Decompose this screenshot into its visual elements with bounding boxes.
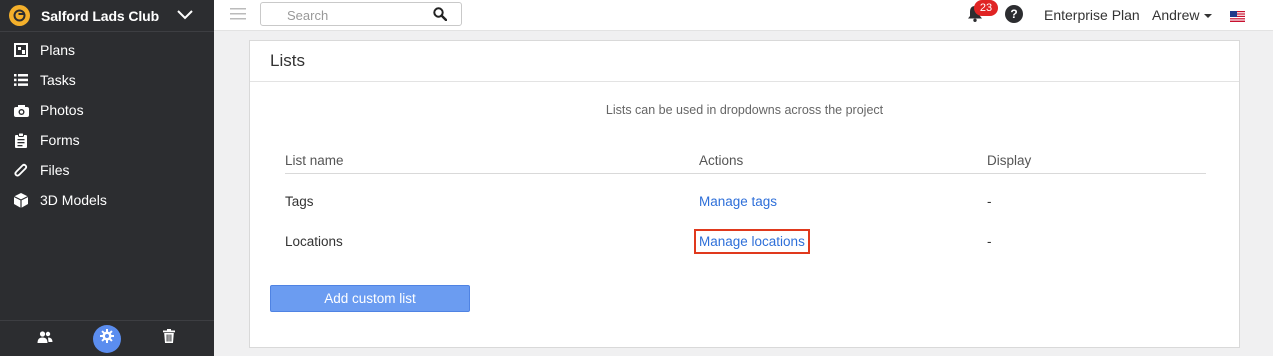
table-row: Tags Manage tags - xyxy=(285,181,1206,221)
top-bar: 23 ? Enterprise Plan Andrew xyxy=(214,0,1273,31)
lists-panel: Lists Lists can be used in dropdowns acr… xyxy=(249,40,1240,348)
chevron-down-icon[interactable] xyxy=(176,8,194,27)
cube-icon xyxy=(13,192,29,208)
sidebar-item-label: Plans xyxy=(40,42,76,58)
notification-badge: 23 xyxy=(974,0,998,16)
camera-icon xyxy=(13,102,29,118)
trash-button[interactable] xyxy=(155,325,183,353)
column-header-display: Display xyxy=(987,152,1032,168)
column-header-actions: Actions xyxy=(699,152,744,168)
sidebar-item-forms[interactable]: Forms xyxy=(0,125,214,155)
trash-icon xyxy=(163,329,175,348)
sidebar-item-tasks[interactable]: Tasks xyxy=(0,65,214,95)
search-box xyxy=(260,2,462,27)
sidebar-item-label: Files xyxy=(40,162,70,178)
user-menu[interactable]: Andrew xyxy=(1152,7,1213,23)
list-name: Tags xyxy=(285,193,314,209)
manage-tags-link[interactable]: Manage tags xyxy=(699,194,777,209)
gear-icon xyxy=(100,329,114,348)
list-display: - xyxy=(987,233,992,249)
user-name: Andrew xyxy=(1152,7,1200,23)
list-name: Locations xyxy=(285,233,343,249)
sidebar-item-plans[interactable]: Plans xyxy=(0,35,214,65)
manage-locations-link[interactable]: Manage locations xyxy=(694,228,810,254)
project-switcher[interactable]: Salford Lads Club xyxy=(0,0,214,32)
table-row: Locations Manage locations - xyxy=(285,221,1206,261)
sidebar-nav: Plans Tasks Photos Forms Files 3D Models xyxy=(0,35,214,215)
add-custom-list-button[interactable]: Add custom list xyxy=(270,285,470,312)
panel-title: Lists xyxy=(250,41,1239,82)
sidebar-item-label: 3D Models xyxy=(40,192,107,208)
tasks-icon xyxy=(13,72,29,88)
sidebar-item-3d-models[interactable]: 3D Models xyxy=(0,185,214,215)
paperclip-icon xyxy=(13,162,29,178)
sidebar: Salford Lads Club Plans Tasks Photos For… xyxy=(0,0,214,356)
table-header: List name Actions Display xyxy=(285,147,1206,174)
caret-down-icon xyxy=(1204,14,1213,19)
project-name: Salford Lads Club xyxy=(41,7,160,24)
project-logo xyxy=(9,5,30,26)
panel-description: Lists can be used in dropdowns across th… xyxy=(605,103,884,117)
lists-table: List name Actions Display Tags Manage ta… xyxy=(285,147,1206,261)
list-display: - xyxy=(987,193,992,209)
plans-icon xyxy=(13,42,29,58)
people-icon xyxy=(37,330,53,348)
hamburger-icon[interactable] xyxy=(230,7,246,26)
plan-label[interactable]: Enterprise Plan xyxy=(1044,7,1140,23)
column-header-list-name: List name xyxy=(285,152,344,168)
help-icon[interactable]: ? xyxy=(1005,5,1023,23)
people-button[interactable] xyxy=(31,325,59,353)
settings-button[interactable] xyxy=(93,324,121,353)
us-flag-icon[interactable] xyxy=(1230,9,1245,27)
sidebar-item-files[interactable]: Files xyxy=(0,155,214,185)
sidebar-item-photos[interactable]: Photos xyxy=(0,95,214,125)
search-input[interactable] xyxy=(285,3,449,27)
sidebar-footer xyxy=(0,320,214,356)
search-icon[interactable] xyxy=(433,7,448,26)
sidebar-item-label: Forms xyxy=(40,132,80,148)
sidebar-item-label: Photos xyxy=(40,102,84,118)
sidebar-item-label: Tasks xyxy=(40,72,76,88)
clipboard-icon xyxy=(13,132,29,148)
